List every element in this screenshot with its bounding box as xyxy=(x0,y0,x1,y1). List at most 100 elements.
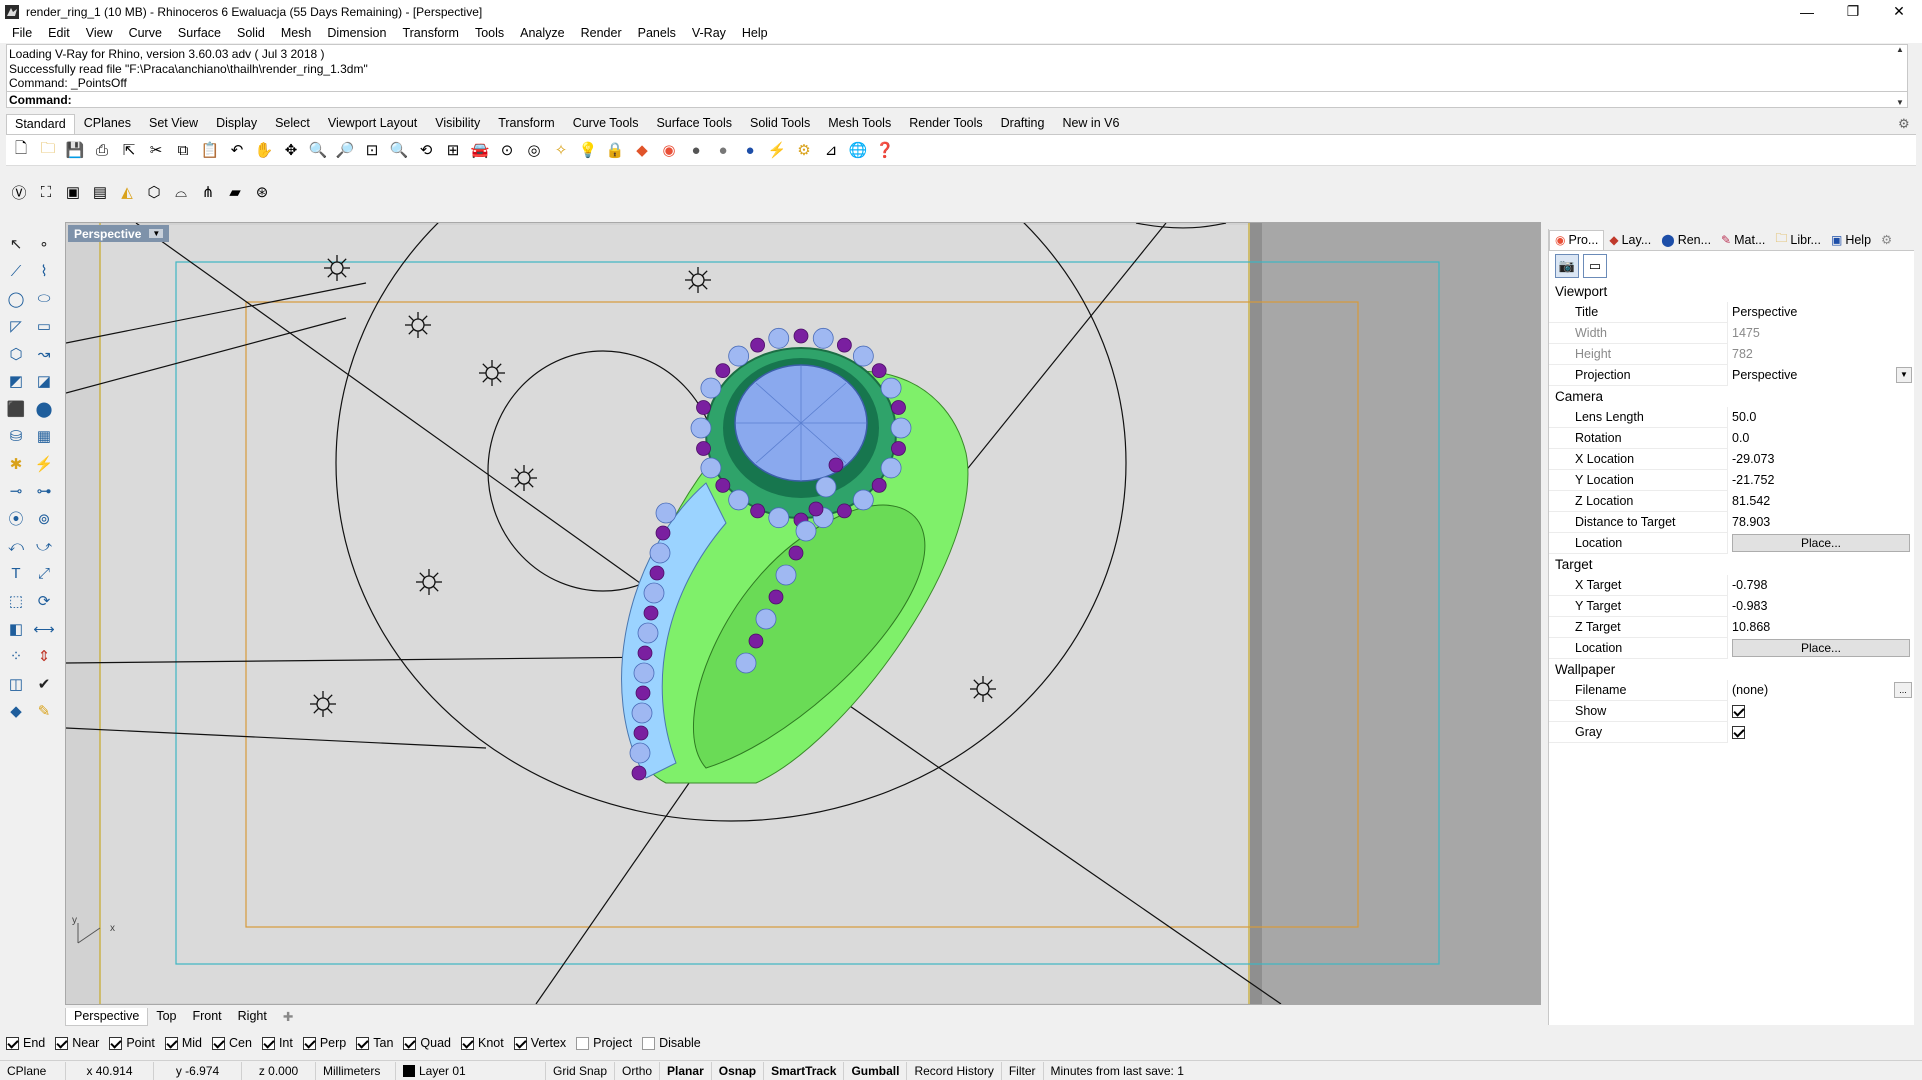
smarttrack-toggle[interactable]: SmartTrack xyxy=(764,1061,845,1080)
scale-icon[interactable]: ⤢ xyxy=(30,560,58,588)
solid-edit-icon[interactable]: ◧ xyxy=(2,615,30,643)
distance-field[interactable]: 78.903 xyxy=(1727,511,1914,533)
osnap-mid[interactable]: Mid xyxy=(164,1036,202,1050)
boolean-icon[interactable]: ✱ xyxy=(2,450,30,478)
panel-tab-help[interactable]: ▣ Help xyxy=(1826,230,1876,250)
menu-tools[interactable]: Tools xyxy=(467,26,512,40)
osnap-checkbox[interactable] xyxy=(642,1036,656,1050)
open-folder-icon[interactable]: 🗀 xyxy=(37,139,59,161)
shaded-sphere-icon[interactable]: ● xyxy=(685,139,707,161)
tab-select[interactable]: Select xyxy=(266,113,319,134)
paste-icon[interactable]: 📋 xyxy=(199,139,221,161)
osnap-checkbox[interactable] xyxy=(164,1036,178,1050)
camera-place-button[interactable]: Place... xyxy=(1732,534,1910,552)
undo-icon[interactable]: ↶ xyxy=(226,139,248,161)
projection-select[interactable]: Perspective ▼ xyxy=(1727,364,1914,386)
osnap-perp[interactable]: Perp xyxy=(302,1036,346,1050)
tab-set-view[interactable]: Set View xyxy=(140,113,207,134)
rectangle-icon[interactable]: ▭ xyxy=(30,313,58,341)
osnap-near[interactable]: Near xyxy=(55,1036,99,1050)
command-input[interactable] xyxy=(75,92,676,107)
viewport-title[interactable]: Perspective ▼ xyxy=(68,225,170,242)
color-wheel-icon[interactable]: ◉ xyxy=(658,139,680,161)
x-target-field[interactable]: -0.798 xyxy=(1727,574,1914,596)
rotate-view-icon[interactable]: ✥ xyxy=(280,139,302,161)
point-icon[interactable]: ∘ xyxy=(30,230,58,258)
osnap-int[interactable]: Int xyxy=(261,1036,293,1050)
car-icon[interactable]: 🚘 xyxy=(469,139,491,161)
box-icon[interactable]: ⬛ xyxy=(2,395,30,423)
menu-view[interactable]: View xyxy=(78,26,121,40)
dimension-icon[interactable]: ⊿ xyxy=(820,139,842,161)
osnap-cen[interactable]: Cen xyxy=(212,1036,252,1050)
pencil-icon[interactable]: ✎ xyxy=(30,698,58,726)
select-arrow-icon[interactable]: ↖ xyxy=(2,230,30,258)
tab-drafting[interactable]: Drafting xyxy=(992,113,1054,134)
ortho-toggle[interactable]: Ortho xyxy=(615,1061,661,1080)
rotate-icon[interactable]: ⟳ xyxy=(30,588,58,616)
osnap-project[interactable]: Project xyxy=(576,1036,632,1050)
surface-icon[interactable]: ◩ xyxy=(2,368,30,396)
osnap-quad[interactable]: Quad xyxy=(403,1036,451,1050)
layer-selector[interactable]: Layer 01 xyxy=(396,1061,546,1080)
menu-surface[interactable]: Surface xyxy=(170,26,229,40)
osnap-checkbox[interactable] xyxy=(302,1036,316,1050)
filter-toggle[interactable]: Filter xyxy=(1002,1061,1044,1080)
ellipse-icon[interactable]: ⬭ xyxy=(30,285,58,313)
tab-cplanes[interactable]: CPlanes xyxy=(75,113,140,134)
vray-fur-icon[interactable]: ⋔ xyxy=(197,181,219,203)
vray-plane-icon[interactable]: ▰ xyxy=(224,181,246,203)
analyze-icon[interactable]: ◫ xyxy=(2,670,30,698)
tab-display[interactable]: Display xyxy=(207,113,266,134)
add-viewport-icon[interactable]: ✚ xyxy=(275,1008,301,1026)
cplane-label[interactable]: CPlane xyxy=(0,1061,66,1080)
print-icon[interactable]: ⎙ xyxy=(91,139,113,161)
rotation-field[interactable]: 0.0 xyxy=(1727,427,1914,449)
gray-checkbox[interactable] xyxy=(1732,725,1745,739)
menu-render[interactable]: Render xyxy=(573,26,630,40)
osnap-checkbox[interactable] xyxy=(403,1036,417,1050)
cut-icon[interactable]: ✂ xyxy=(145,139,167,161)
zoom-extents-icon[interactable]: ⊡ xyxy=(361,139,383,161)
filename-field[interactable]: (none)... xyxy=(1727,679,1914,701)
planar-toggle[interactable]: Planar xyxy=(660,1061,712,1080)
osnap-checkbox[interactable] xyxy=(461,1036,474,1050)
tab-render-tools[interactable]: Render Tools xyxy=(900,113,991,134)
pan-hand-icon[interactable]: ✋ xyxy=(253,139,275,161)
osnap-tan[interactable]: Tan xyxy=(356,1036,393,1050)
osnap-end[interactable]: End xyxy=(6,1036,45,1050)
new-file-icon[interactable]: 🗋 xyxy=(10,139,32,161)
export-icon[interactable]: ⇱ xyxy=(118,139,140,161)
y-target-field[interactable]: -0.983 xyxy=(1727,595,1914,617)
menu-panels[interactable]: Panels xyxy=(630,26,684,40)
split-icon[interactable]: ⊶ xyxy=(30,478,58,506)
show-checkbox[interactable] xyxy=(1732,704,1745,718)
menu-solid[interactable]: Solid xyxy=(229,26,273,40)
panel-gear-icon[interactable]: ⚙ xyxy=(1876,230,1897,250)
camera-target-icon[interactable]: ⊙ xyxy=(496,139,518,161)
chevron-down-icon[interactable]: ▼ xyxy=(149,229,164,238)
menu-transform[interactable]: Transform xyxy=(394,26,467,40)
osnap-checkbox[interactable] xyxy=(356,1036,370,1050)
tab-standard[interactable]: Standard xyxy=(6,114,75,134)
move-icon[interactable]: ⬚ xyxy=(2,588,30,616)
menu-analyze[interactable]: Analyze xyxy=(512,26,572,40)
panel-tab-materials[interactable]: ✎ Mat... xyxy=(1716,230,1770,250)
osnap-point[interactable]: Point xyxy=(109,1036,155,1050)
panel-tab-layers[interactable]: ◆ Lay... xyxy=(1604,230,1656,250)
copy-icon[interactable]: ⧉ xyxy=(172,139,194,161)
lightbulb-icon[interactable]: 💡 xyxy=(577,139,599,161)
undo-view-icon[interactable]: ⟲ xyxy=(415,139,437,161)
vray-light-icon[interactable]: ◭ xyxy=(116,181,138,203)
render-sphere-icon[interactable]: ● xyxy=(739,139,761,161)
check-icon[interactable]: ✔ xyxy=(30,670,58,698)
restore-button[interactable]: ❐ xyxy=(1830,0,1876,23)
select-points-icon[interactable]: ✧ xyxy=(550,139,572,161)
gear-icon[interactable]: ⚙ xyxy=(1898,116,1912,131)
x-location-field[interactable]: -29.073 xyxy=(1727,448,1914,470)
osnap-checkbox[interactable] xyxy=(212,1036,225,1050)
gumball-toggle[interactable]: Gumball xyxy=(844,1061,908,1080)
tab-surface-tools[interactable]: Surface Tools xyxy=(647,113,741,134)
options-gear-icon[interactable]: ⚙ xyxy=(793,139,815,161)
panel-tab-libraries[interactable]: 🗀 Libr... xyxy=(1770,230,1826,250)
